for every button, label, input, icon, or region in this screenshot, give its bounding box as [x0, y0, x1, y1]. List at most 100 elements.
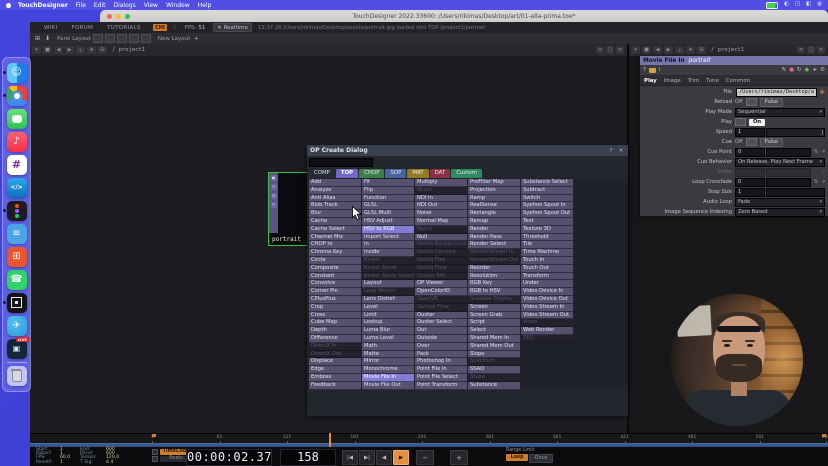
pane-nav-icon[interactable]: ◀ [54, 46, 63, 54]
realtime-toggle[interactable]: ✕ Realtime [213, 23, 252, 32]
add-icon[interactable]: + [812, 67, 817, 73]
dock-trash-icon[interactable] [6, 366, 27, 386]
folder-icon[interactable] [648, 67, 656, 73]
op-item-convolve[interactable]: Convolve [309, 280, 361, 289]
op-item-edge[interactable]: Edge [309, 366, 361, 374]
download-icon[interactable]: ⬇ [45, 35, 50, 42]
window-title-bar[interactable]: TouchDesigner 2022.33600: /Users/rikimas… [100, 10, 828, 22]
apple-logo-icon[interactable] [6, 2, 11, 8]
node-portrait[interactable]: ● ✎ ⊕ ✎ portrait [268, 172, 312, 246]
op-item-reorder[interactable]: Reorder [468, 264, 520, 273]
pane-split-icon[interactable]: ≡ [817, 46, 825, 54]
jump-start-button[interactable]: |◀ [342, 450, 358, 465]
info-icon[interactable]: i [659, 67, 661, 73]
op-item-shared-mem-in[interactable]: Shared Mem In [468, 334, 520, 343]
beats-checkbox[interactable] [152, 456, 158, 462]
dock-telegram-icon[interactable]: ✈ [6, 315, 27, 336]
pane-split-icon[interactable]: ≡ [797, 46, 805, 54]
chevron-down-icon[interactable]: ▾ [822, 179, 825, 185]
op-item-channel-mix[interactable]: Channel Mix [309, 233, 361, 242]
op-family-tab-dat[interactable]: DAT [429, 169, 451, 178]
playhead[interactable] [328, 433, 331, 447]
chevron-down-icon[interactable]: ▾ [822, 149, 825, 155]
play-reverse-button[interactable]: ◀ [376, 450, 392, 465]
jump-end-button[interactable]: ▶| [359, 450, 375, 465]
param-slider[interactable] [766, 127, 825, 137]
timecode-checkbox[interactable] [152, 449, 158, 455]
op-item-render-select[interactable]: Render Select [468, 241, 520, 250]
op-item-transform[interactable]: Transform [521, 272, 573, 281]
pulse-button[interactable]: Pulse [759, 97, 783, 107]
param-field-file[interactable]: /Users/rikimas/Desktop/a [736, 87, 818, 97]
range-end-marker[interactable] [822, 434, 826, 437]
param-field-step-size[interactable]: 1 [735, 187, 765, 197]
op-name-label[interactable]: portrait [689, 58, 711, 64]
pane-nav-icon[interactable]: ■ [43, 46, 52, 54]
param-field-step-size[interactable] [766, 187, 825, 197]
pane-nav-icon[interactable]: ▶ [65, 46, 74, 54]
op-item-rectangle[interactable]: Rectangle [468, 210, 520, 218]
param-tab-common[interactable]: Common [726, 78, 750, 84]
op-item-in[interactable]: In [362, 241, 414, 250]
op-item-cross[interactable]: Cross [309, 311, 361, 320]
add-layout-button[interactable]: + [194, 36, 199, 42]
pane-nav-icon[interactable]: ＋ [76, 46, 85, 54]
op-item-slope[interactable]: Slope [468, 350, 520, 359]
pane-nav-icon[interactable]: ＋ [675, 46, 684, 54]
op-item-realsense[interactable]: RealSense [468, 202, 520, 211]
op-item-feedback[interactable]: Feedback [309, 381, 361, 390]
timeline-info-value[interactable]: 1 [60, 460, 80, 465]
param-tab-image[interactable]: Image [664, 78, 681, 84]
op-item-remap[interactable]: Remap [468, 217, 520, 226]
pane-split-icon[interactable]: ≡ [596, 46, 604, 54]
op-item-multiply[interactable]: Multiply [415, 179, 467, 187]
node-add-icon[interactable]: ⊕ [270, 193, 277, 199]
op-family-tab-top[interactable]: TOP [335, 169, 359, 178]
parameter-panel-header[interactable]: Movie File In portrait [640, 56, 828, 65]
pane-nav-icon[interactable]: ⊞ [697, 46, 706, 54]
license-badge[interactable]: CHI [152, 24, 168, 31]
dock-vscode-icon[interactable]: </> [6, 177, 27, 198]
op-item-web-render[interactable]: Web Render [521, 327, 573, 335]
op-item-glsl[interactable]: GLSL [362, 202, 414, 211]
op-item-matte[interactable]: Matte [362, 350, 414, 359]
op-item-touch-in[interactable]: Touch In [521, 256, 573, 265]
op-item-subtract[interactable]: Subtract [521, 186, 573, 195]
node-edit-icon[interactable]: ✎ [270, 184, 277, 190]
loop-button[interactable]: Loop [506, 454, 528, 461]
op-item-substance-select[interactable]: Substance Select [521, 179, 573, 187]
param-dropdown-audio-loop[interactable]: Fade ▾ [735, 197, 825, 207]
op-item-glsl-multi[interactable]: GLSL Multi [362, 210, 414, 218]
menu-item-help[interactable]: Help [198, 2, 212, 9]
pulse-button[interactable]: Pulse [759, 137, 783, 147]
op-item-prefilter-map[interactable]: PreFilter Map [468, 179, 520, 187]
menu-item-view[interactable]: View [144, 2, 158, 9]
op-item-syphon-spout-in[interactable]: Syphon Spout In [521, 202, 573, 211]
left-pane-path[interactable]: / project1 [112, 47, 145, 53]
param-toggle[interactable] [745, 138, 757, 146]
dock-touchdesigner-icon[interactable] [2, 292, 27, 313]
pane-split-icon[interactable]: □ [807, 46, 815, 54]
dock-figma-icon[interactable] [2, 200, 27, 221]
param-field-index[interactable] [766, 167, 812, 177]
op-item-lookup[interactable]: Lookup [362, 319, 414, 328]
op-item-rgb-key[interactable]: RGB Key [468, 280, 520, 289]
op-item-point-transform[interactable]: Point Transform [415, 381, 467, 390]
op-item-render[interactable]: Render [468, 225, 520, 234]
op-item-limit[interactable]: Limit [362, 311, 414, 320]
layout-preset[interactable] [140, 34, 151, 43]
op-item-ndi-out[interactable]: NDI Out [415, 202, 467, 211]
op-item-projection[interactable]: Projection [468, 186, 520, 195]
battery-icon[interactable] [765, 1, 778, 9]
op-create-dialog-titlebar[interactable]: OP Create Dialog ? ✕ [307, 145, 628, 156]
op-item-inside[interactable]: Inside [362, 249, 414, 257]
pane-nav-icon[interactable]: ★ [686, 46, 695, 54]
settings-icon[interactable]: ⚙ [820, 67, 825, 73]
menubar-extra-icon[interactable]: ◐ [784, 2, 789, 8]
op-item-noise[interactable]: Noise [415, 210, 467, 218]
zoom-in-button[interactable]: + [450, 450, 468, 465]
dock-preview-icon[interactable]: ≡ [6, 223, 27, 244]
op-item-cube-map[interactable]: Cube Map [309, 319, 361, 328]
dock-music-icon[interactable]: ♪ [6, 131, 27, 152]
op-item-movie-file-out[interactable]: Movie File Out [362, 381, 414, 390]
